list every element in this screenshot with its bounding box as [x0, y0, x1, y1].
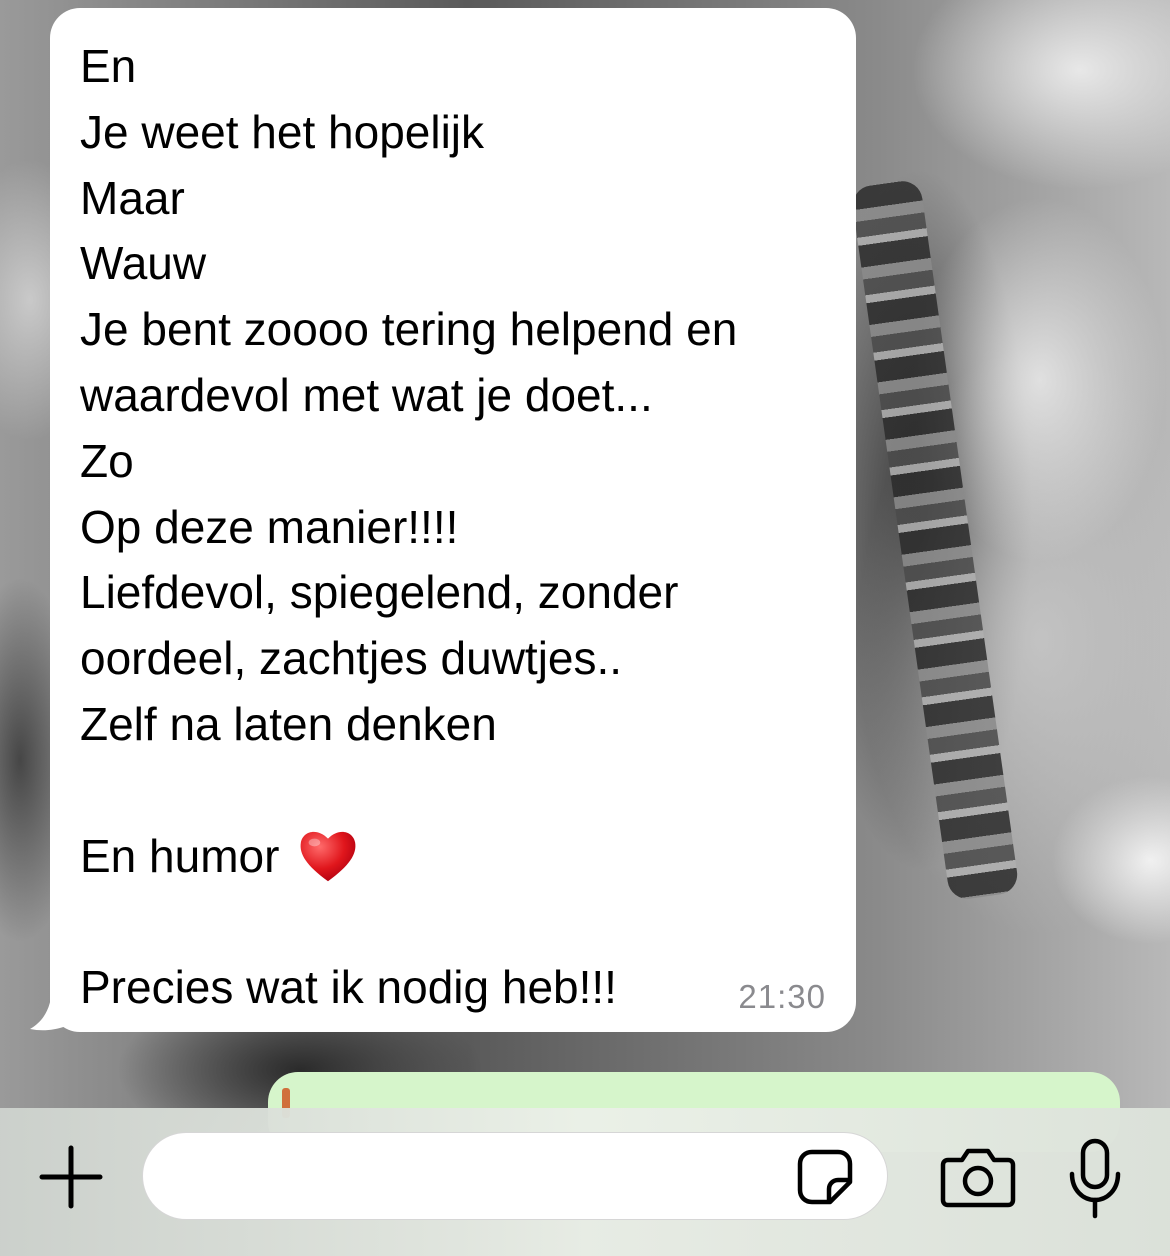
message-line: En	[80, 40, 137, 92]
microphone-icon	[1069, 1138, 1121, 1219]
sticker-button[interactable]	[796, 1148, 854, 1206]
message-line: oordeel, zachtjes duwtjes..	[80, 632, 623, 685]
message-input-bar	[0, 1108, 1170, 1256]
message-line-with-emoji: En humor	[80, 824, 826, 890]
message-text: En Je weet het hopelijk Maar Wauw Je ben…	[80, 34, 826, 1021]
message-line: En humor	[80, 829, 280, 882]
message-timestamp: 21:30	[738, 978, 826, 1015]
message-line: Wauw	[80, 237, 207, 290]
message-line: Zo	[80, 434, 134, 487]
message-line: Zelf na laten denken	[80, 697, 497, 750]
chat-screen: En Je weet het hopelijk Maar Wauw Je ben…	[0, 0, 1170, 1256]
message-blank-line	[80, 758, 826, 824]
incoming-message-bubble[interactable]: En Je weet het hopelijk Maar Wauw Je ben…	[50, 8, 856, 1032]
plus-icon	[39, 1145, 103, 1209]
message-line: Je bent zoooo tering helpend en	[80, 303, 738, 356]
message-line: Je weet het hopelijk	[80, 105, 485, 158]
message-blank-line	[80, 889, 826, 955]
message-input[interactable]	[142, 1132, 888, 1220]
microphone-button[interactable]	[1066, 1138, 1124, 1220]
message-line: Precies wat ik nodig heb!!!	[80, 961, 617, 1014]
sticker-icon	[797, 1149, 853, 1205]
message-line: Liefdevol, spiegelend, zonder	[80, 566, 679, 619]
message-line: Maar	[80, 171, 185, 224]
red-heart-icon	[301, 832, 356, 882]
message-line: Op deze manier!!!!	[80, 500, 459, 553]
camera-button[interactable]	[940, 1146, 1016, 1208]
attach-button[interactable]	[36, 1142, 106, 1212]
message-line: waardevol met wat je doet...	[80, 368, 653, 421]
camera-icon	[940, 1148, 1016, 1208]
